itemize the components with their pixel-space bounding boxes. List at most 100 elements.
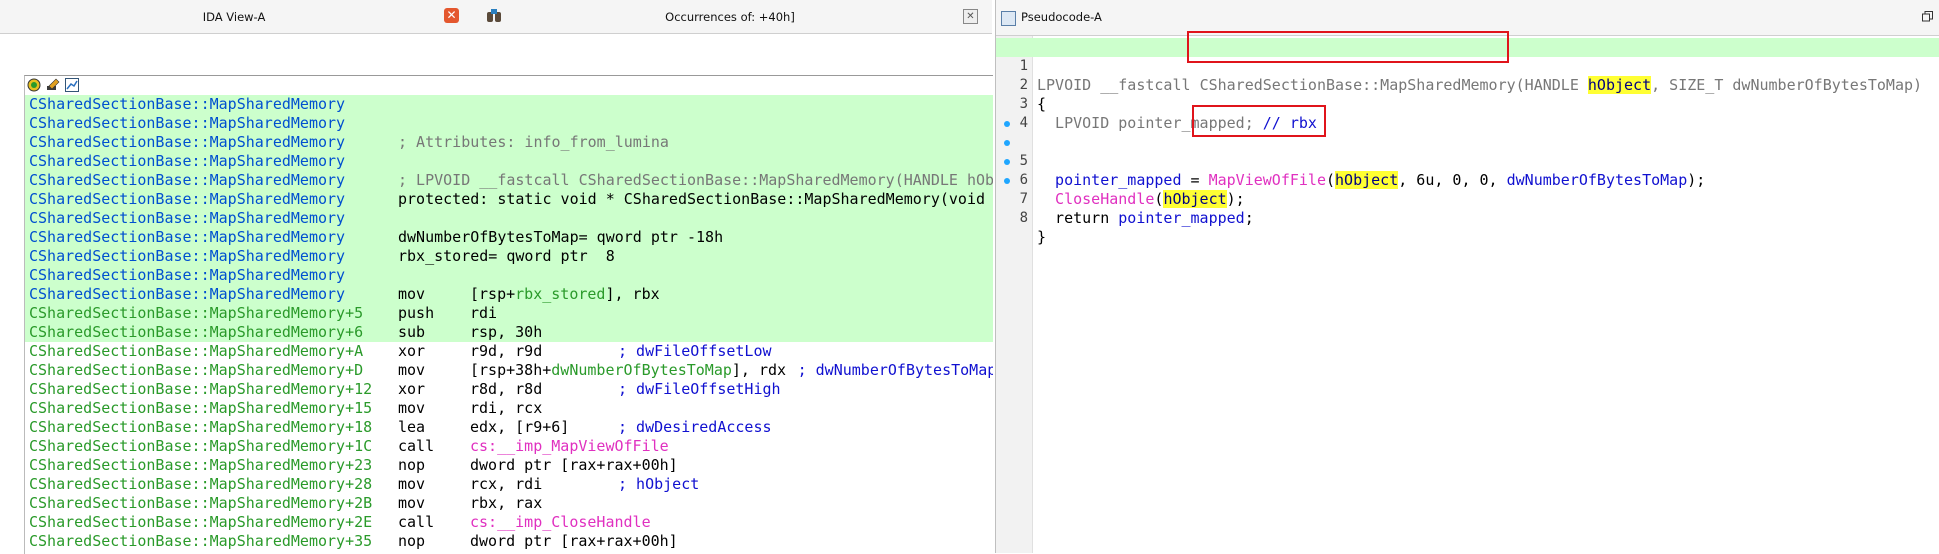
- tab-occurrences-label: Occurrences of: +40h]: [665, 10, 795, 24]
- listing-row[interactable]: CSharedSectionBase::MapSharedMemory+35 no…: [25, 532, 993, 551]
- listing-mnemonic: xor: [398, 342, 426, 360]
- listing-address[interactable]: CSharedSectionBase::MapSharedMemory+28: [29, 475, 372, 494]
- listing-row[interactable]: CSharedSectionBase::MapSharedMemory+1C ca…: [25, 437, 993, 456]
- listing-address[interactable]: CSharedSectionBase::MapSharedMemory+2B: [29, 494, 372, 513]
- pseudo-line-3[interactable]: 3 LPVOID pointer_mapped; // rbx: [996, 76, 1939, 132]
- listing-address[interactable]: CSharedSectionBase::MapSharedMemory+2E: [29, 513, 372, 532]
- tab-pseudocode-a[interactable]: Pseudocode-A: [1021, 10, 1102, 24]
- listing-operands[interactable]: [rsp+38h+dwNumberOfBytesToMap], rdx: [470, 361, 786, 380]
- pseudo-line-8[interactable]: 8 }: [996, 171, 1939, 246]
- listing-row[interactable]: CSharedSectionBase::MapSharedMemory+2E ca…: [25, 513, 993, 532]
- breakpoint-dot-icon[interactable]: [1004, 121, 1010, 127]
- listing-row[interactable]: CSharedSectionBase::MapSharedMemory: [25, 209, 993, 228]
- listing-row[interactable]: CSharedSectionBase::MapSharedMemory ; Att…: [25, 133, 993, 152]
- tab-occurrences[interactable]: Occurrences of: +40h]: [520, 4, 940, 30]
- listing-row[interactable]: CSharedSectionBase::MapSharedMemory+5 pus…: [25, 304, 993, 323]
- breakpoint-dot-icon[interactable]: [1004, 159, 1010, 165]
- listing-address[interactable]: CSharedSectionBase::MapSharedMemory+35: [29, 532, 372, 551]
- listing-row[interactable]: CSharedSectionBase::MapSharedMemory+6 sub…: [25, 323, 993, 342]
- listing-operands[interactable]: r8d, r8d: [470, 380, 542, 399]
- listing-address[interactable]: CSharedSectionBase::MapSharedMemory+23: [29, 456, 372, 475]
- closehandle-call[interactable]: CloseHandle: [1037, 190, 1154, 208]
- listing-address[interactable]: CSharedSectionBase::MapSharedMemory+1C: [29, 437, 372, 456]
- listing-mnemonic: push: [398, 304, 435, 322]
- disassembly-listing[interactable]: CSharedSectionBase::MapSharedMemory CShar…: [24, 75, 993, 554]
- edit-pencil-icon[interactable]: [46, 78, 60, 92]
- listing-toolbar: [25, 76, 993, 94]
- pseudo-line-5[interactable]: 5 pointer_mapped = MapViewOfFile(hObject…: [996, 114, 1939, 189]
- pseudo-line-7[interactable]: 7 return pointer_mapped;: [996, 152, 1939, 227]
- listing-row[interactable]: CSharedSectionBase::MapSharedMemory prote…: [25, 190, 993, 209]
- listing-row[interactable]: CSharedSectionBase::MapSharedMemory: [25, 95, 993, 114]
- listing-operands[interactable]: cs:__imp_MapViewOfFile: [470, 437, 669, 456]
- listing-address[interactable]: CSharedSectionBase::MapSharedMemory: [29, 171, 345, 190]
- chart-window-icon[interactable]: [65, 78, 79, 92]
- breakpoint-dot-icon[interactable]: [1004, 140, 1010, 146]
- listing-row[interactable]: CSharedSectionBase::MapSharedMemory+18 le…: [25, 418, 993, 437]
- ida-view-pane: IDA View-A ✕ Occurrences of: +40h] ✕ CSh…: [0, 0, 993, 554]
- listing-operands[interactable]: dword ptr [rax+rax+00h]: [470, 532, 678, 551]
- listing-row[interactable]: CSharedSectionBase::MapSharedMemory rbx_s…: [25, 247, 993, 266]
- listing-operands[interactable]: rdi, rcx: [470, 399, 542, 418]
- breakpoint-dot-icon[interactable]: [1004, 178, 1010, 184]
- listing-row[interactable]: CSharedSectionBase::MapSharedMemory ; LPV…: [25, 171, 993, 190]
- restore-window-icon[interactable]: [1922, 11, 1933, 22]
- listing-row[interactable]: CSharedSectionBase::MapSharedMemory+A xor…: [25, 342, 993, 361]
- listing-address[interactable]: CSharedSectionBase::MapSharedMemory+12: [29, 380, 372, 399]
- listing-operands[interactable]: dword ptr [rax+rax+00h]: [470, 456, 678, 475]
- listing-row[interactable]: CSharedSectionBase::MapSharedMemory: [25, 114, 993, 133]
- listing-address[interactable]: CSharedSectionBase::MapSharedMemory: [29, 228, 345, 247]
- binoculars-icon: [487, 9, 501, 22]
- listing-operands[interactable]: rcx, rdi: [470, 475, 542, 494]
- listing-mnemonic: xor: [398, 380, 426, 398]
- listing-address[interactable]: CSharedSectionBase::MapSharedMemory: [29, 247, 345, 266]
- listing-address[interactable]: CSharedSectionBase::MapSharedMemory+15: [29, 399, 372, 418]
- listing-row[interactable]: CSharedSectionBase::MapSharedMemory+28 mo…: [25, 475, 993, 494]
- hobject-arg[interactable]: hObject: [1163, 190, 1227, 208]
- listing-address[interactable]: CSharedSectionBase::MapSharedMemory: [29, 95, 345, 114]
- listing-address[interactable]: CSharedSectionBase::MapSharedMemory: [29, 285, 345, 304]
- listing-mnemonic: mov: [398, 494, 426, 512]
- pointer-mapped-var[interactable]: pointer_mapped: [1118, 209, 1244, 227]
- listing-row[interactable]: CSharedSectionBase::MapSharedMemory+2B mo…: [25, 494, 993, 513]
- listing-operands[interactable]: r9d, r9d: [470, 342, 542, 361]
- listing-operands[interactable]: edx, [r9+6]: [470, 418, 569, 437]
- listing-address[interactable]: CSharedSectionBase::MapSharedMemory: [29, 209, 345, 228]
- listing-row[interactable]: CSharedSectionBase::MapSharedMemory: [25, 266, 993, 285]
- listing-text: rbx_stored= qword ptr 8: [398, 247, 615, 265]
- tab-ida-view-a[interactable]: IDA View-A: [0, 4, 468, 30]
- listing-address[interactable]: CSharedSectionBase::MapSharedMemory+18: [29, 418, 372, 437]
- listing-row[interactable]: CSharedSectionBase::MapSharedMemory dwNum…: [25, 228, 993, 247]
- left-tab-bar: IDA View-A ✕ Occurrences of: +40h] ✕: [0, 0, 992, 34]
- listing-text: ; LPVOID __fastcall CSharedSectionBase::…: [398, 171, 993, 189]
- pseudo-line-6[interactable]: 6 CloseHandle(hObject);: [996, 133, 1939, 208]
- pseudo-line-4[interactable]: 4: [996, 95, 1939, 131]
- graph-color-icon[interactable]: [27, 78, 41, 92]
- listing-address[interactable]: CSharedSectionBase::MapSharedMemory+5: [29, 304, 363, 323]
- listing-row[interactable]: CSharedSectionBase::MapSharedMemory+12 xo…: [25, 380, 993, 399]
- statement-end: ;: [1244, 209, 1254, 227]
- pseudocode-editor[interactable]: 1 LPVOID __fastcall CSharedSectionBase::…: [996, 31, 1939, 553]
- listing-address[interactable]: CSharedSectionBase::MapSharedMemory: [29, 266, 345, 285]
- listing-row[interactable]: CSharedSectionBase::MapSharedMemory: [25, 152, 993, 171]
- listing-operands[interactable]: [rsp+rbx_stored], rbx: [470, 285, 660, 304]
- close-tab-icon[interactable]: ✕: [444, 8, 459, 23]
- listing-operands[interactable]: rsp, 30h: [470, 323, 542, 342]
- listing-operands[interactable]: cs:__imp_CloseHandle: [470, 513, 651, 532]
- listing-address[interactable]: CSharedSectionBase::MapSharedMemory+A: [29, 342, 363, 361]
- listing-operands[interactable]: rbx, rax: [470, 494, 542, 513]
- listing-address[interactable]: CSharedSectionBase::MapSharedMemory+6: [29, 323, 363, 342]
- listing-address[interactable]: CSharedSectionBase::MapSharedMemory: [29, 152, 345, 171]
- listing-mnemonic: mov: [398, 285, 426, 303]
- close-occurrences-icon[interactable]: ✕: [963, 9, 978, 24]
- listing-address[interactable]: CSharedSectionBase::MapSharedMemory: [29, 190, 345, 209]
- listing-operands[interactable]: rdi: [470, 304, 497, 323]
- listing-address[interactable]: CSharedSectionBase::MapSharedMemory: [29, 114, 345, 133]
- listing-row[interactable]: CSharedSectionBase::MapSharedMemory mov [r…: [25, 285, 993, 304]
- listing-row[interactable]: CSharedSectionBase::MapSharedMemory+23 no…: [25, 456, 993, 475]
- listing-row[interactable]: CSharedSectionBase::MapSharedMemory+15 mo…: [25, 399, 993, 418]
- listing-address[interactable]: CSharedSectionBase::MapSharedMemory: [29, 133, 345, 152]
- listing-mnemonic: nop: [398, 456, 426, 474]
- listing-address[interactable]: CSharedSectionBase::MapSharedMemory+D: [29, 361, 363, 380]
- listing-row[interactable]: CSharedSectionBase::MapSharedMemory+D mov…: [25, 361, 993, 380]
